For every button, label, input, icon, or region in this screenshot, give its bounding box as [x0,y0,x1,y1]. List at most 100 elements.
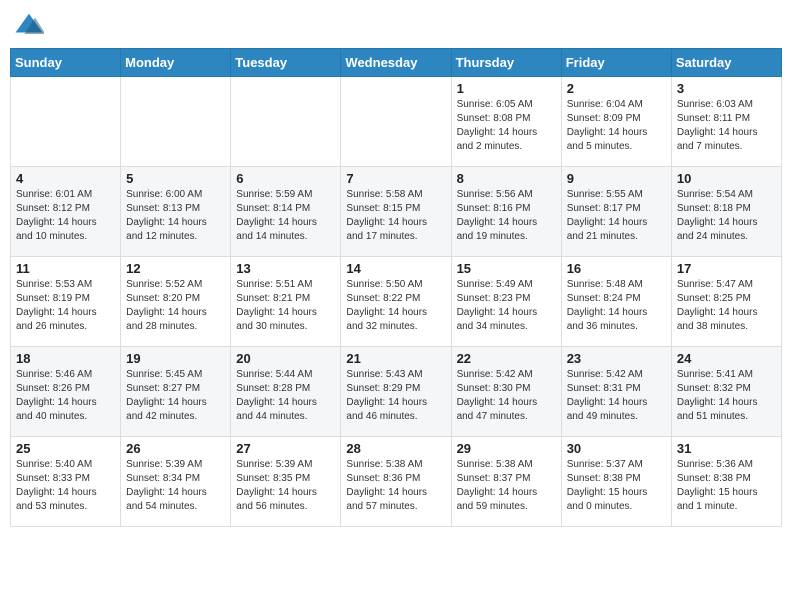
day-info: Sunrise: 5:49 AM Sunset: 8:23 PM Dayligh… [457,278,556,334]
day-number: 25 [16,441,115,456]
day-info: Sunrise: 5:54 AM Sunset: 8:18 PM Dayligh… [677,188,776,244]
calendar-cell: 17 Sunrise: 5:47 AM Sunset: 8:25 PM Dayli… [671,257,781,347]
day-number: 8 [457,171,556,186]
day-info: Sunrise: 5:36 AM Sunset: 8:38 PM Dayligh… [677,458,776,514]
calendar-cell: 10 Sunrise: 5:54 AM Sunset: 8:18 PM Dayli… [671,167,781,257]
calendar-cell: 29 Sunrise: 5:38 AM Sunset: 8:37 PM Dayli… [451,437,561,527]
day-number: 7 [346,171,445,186]
day-info: Sunrise: 5:50 AM Sunset: 8:22 PM Dayligh… [346,278,445,334]
day-info: Sunrise: 5:43 AM Sunset: 8:29 PM Dayligh… [346,368,445,424]
day-info: Sunrise: 6:03 AM Sunset: 8:11 PM Dayligh… [677,98,776,154]
day-info: Sunrise: 5:48 AM Sunset: 8:24 PM Dayligh… [567,278,666,334]
day-info: Sunrise: 5:56 AM Sunset: 8:16 PM Dayligh… [457,188,556,244]
day-info: Sunrise: 5:52 AM Sunset: 8:20 PM Dayligh… [126,278,225,334]
day-number: 14 [346,261,445,276]
calendar-cell: 2 Sunrise: 6:04 AM Sunset: 8:09 PM Daylig… [561,77,671,167]
calendar-cell: 24 Sunrise: 5:41 AM Sunset: 8:32 PM Dayli… [671,347,781,437]
calendar-cell: 12 Sunrise: 5:52 AM Sunset: 8:20 PM Dayli… [121,257,231,347]
calendar-cell: 9 Sunrise: 5:55 AM Sunset: 8:17 PM Daylig… [561,167,671,257]
day-number: 17 [677,261,776,276]
calendar-cell: 13 Sunrise: 5:51 AM Sunset: 8:21 PM Dayli… [231,257,341,347]
day-info: Sunrise: 5:41 AM Sunset: 8:32 PM Dayligh… [677,368,776,424]
day-number: 9 [567,171,666,186]
col-header-saturday: Saturday [671,49,781,77]
day-number: 11 [16,261,115,276]
day-info: Sunrise: 5:47 AM Sunset: 8:25 PM Dayligh… [677,278,776,334]
col-header-friday: Friday [561,49,671,77]
day-number: 27 [236,441,335,456]
day-number: 21 [346,351,445,366]
calendar-cell: 27 Sunrise: 5:39 AM Sunset: 8:35 PM Dayli… [231,437,341,527]
calendar-cell: 19 Sunrise: 5:45 AM Sunset: 8:27 PM Dayli… [121,347,231,437]
calendar-cell: 20Sunrise: 5:44 AM Sunset: 8:28 PM Dayli… [231,347,341,437]
calendar-cell: 23 Sunrise: 5:42 AM Sunset: 8:31 PM Dayli… [561,347,671,437]
calendar-cell: 21 Sunrise: 5:43 AM Sunset: 8:29 PM Dayli… [341,347,451,437]
day-info: Sunrise: 5:53 AM Sunset: 8:19 PM Dayligh… [16,278,115,334]
day-info: Sunrise: 5:39 AM Sunset: 8:34 PM Dayligh… [126,458,225,514]
day-info: Sunrise: 5:55 AM Sunset: 8:17 PM Dayligh… [567,188,666,244]
day-info: Sunrise: 5:59 AM Sunset: 8:14 PM Dayligh… [236,188,335,244]
logo [14,10,48,40]
calendar-cell: 8 Sunrise: 5:56 AM Sunset: 8:16 PM Daylig… [451,167,561,257]
day-info: Sunrise: 5:37 AM Sunset: 8:38 PM Dayligh… [567,458,666,514]
day-info: Sunrise: 5:45 AM Sunset: 8:27 PM Dayligh… [126,368,225,424]
day-number: 23 [567,351,666,366]
col-header-thursday: Thursday [451,49,561,77]
calendar-cell: 15 Sunrise: 5:49 AM Sunset: 8:23 PM Dayli… [451,257,561,347]
day-number: 6 [236,171,335,186]
day-info: Sunrise: 5:44 AM Sunset: 8:28 PM Dayligh… [236,368,335,424]
day-info: Sunrise: 6:05 AM Sunset: 8:08 PM Dayligh… [457,98,556,154]
day-number: 26 [126,441,225,456]
day-number: 4 [16,171,115,186]
day-number: 13 [236,261,335,276]
calendar-cell: 28Sunrise: 5:38 AM Sunset: 8:36 PM Dayli… [341,437,451,527]
col-header-wednesday: Wednesday [341,49,451,77]
calendar-cell: 14 Sunrise: 5:50 AM Sunset: 8:22 PM Dayli… [341,257,451,347]
day-info: Sunrise: 5:38 AM Sunset: 8:36 PM Dayligh… [346,458,445,514]
day-info: Sunrise: 6:00 AM Sunset: 8:13 PM Dayligh… [126,188,225,244]
calendar-cell: 16 Sunrise: 5:48 AM Sunset: 8:24 PM Dayli… [561,257,671,347]
day-info: Sunrise: 5:38 AM Sunset: 8:37 PM Dayligh… [457,458,556,514]
day-info: Sunrise: 5:42 AM Sunset: 8:31 PM Dayligh… [567,368,666,424]
day-number: 5 [126,171,225,186]
calendar-cell: 30 Sunrise: 5:37 AM Sunset: 8:38 PM Dayli… [561,437,671,527]
week-row-5: 25 Sunrise: 5:40 AM Sunset: 8:33 PM Dayli… [11,437,782,527]
week-row-4: 18Sunrise: 5:46 AM Sunset: 8:26 PM Dayli… [11,347,782,437]
day-number: 15 [457,261,556,276]
calendar-cell: 25 Sunrise: 5:40 AM Sunset: 8:33 PM Dayli… [11,437,121,527]
day-number: 1 [457,81,556,96]
day-number: 12 [126,261,225,276]
day-number: 16 [567,261,666,276]
day-info: Sunrise: 5:39 AM Sunset: 8:35 PM Dayligh… [236,458,335,514]
col-header-monday: Monday [121,49,231,77]
calendar-cell: 31Sunrise: 5:36 AM Sunset: 8:38 PM Dayli… [671,437,781,527]
day-number: 24 [677,351,776,366]
day-info: Sunrise: 5:51 AM Sunset: 8:21 PM Dayligh… [236,278,335,334]
calendar-cell [341,77,451,167]
week-row-2: 4 Sunrise: 6:01 AM Sunset: 8:12 PM Daylig… [11,167,782,257]
day-number: 10 [677,171,776,186]
day-info: Sunrise: 6:01 AM Sunset: 8:12 PM Dayligh… [16,188,115,244]
calendar-cell: 3 Sunrise: 6:03 AM Sunset: 8:11 PM Daylig… [671,77,781,167]
day-number: 3 [677,81,776,96]
week-row-3: 11 Sunrise: 5:53 AM Sunset: 8:19 PM Dayli… [11,257,782,347]
day-info: Sunrise: 5:40 AM Sunset: 8:33 PM Dayligh… [16,458,115,514]
day-number: 30 [567,441,666,456]
calendar-table: SundayMondayTuesdayWednesdayThursdayFrid… [10,48,782,527]
day-number: 29 [457,441,556,456]
day-info: Sunrise: 6:04 AM Sunset: 8:09 PM Dayligh… [567,98,666,154]
calendar-cell [231,77,341,167]
calendar-cell [11,77,121,167]
page-header [10,10,782,40]
calendar-cell: 18Sunrise: 5:46 AM Sunset: 8:26 PM Dayli… [11,347,121,437]
calendar-cell [121,77,231,167]
col-header-tuesday: Tuesday [231,49,341,77]
day-number: 19 [126,351,225,366]
calendar-cell: 11 Sunrise: 5:53 AM Sunset: 8:19 PM Dayli… [11,257,121,347]
calendar-cell: 1 Sunrise: 6:05 AM Sunset: 8:08 PM Daylig… [451,77,561,167]
calendar-cell: 6 Sunrise: 5:59 AM Sunset: 8:14 PM Daylig… [231,167,341,257]
day-number: 2 [567,81,666,96]
day-number: 18 [16,351,115,366]
calendar-cell: 22Sunrise: 5:42 AM Sunset: 8:30 PM Dayli… [451,347,561,437]
calendar-cell: 5 Sunrise: 6:00 AM Sunset: 8:13 PM Daylig… [121,167,231,257]
